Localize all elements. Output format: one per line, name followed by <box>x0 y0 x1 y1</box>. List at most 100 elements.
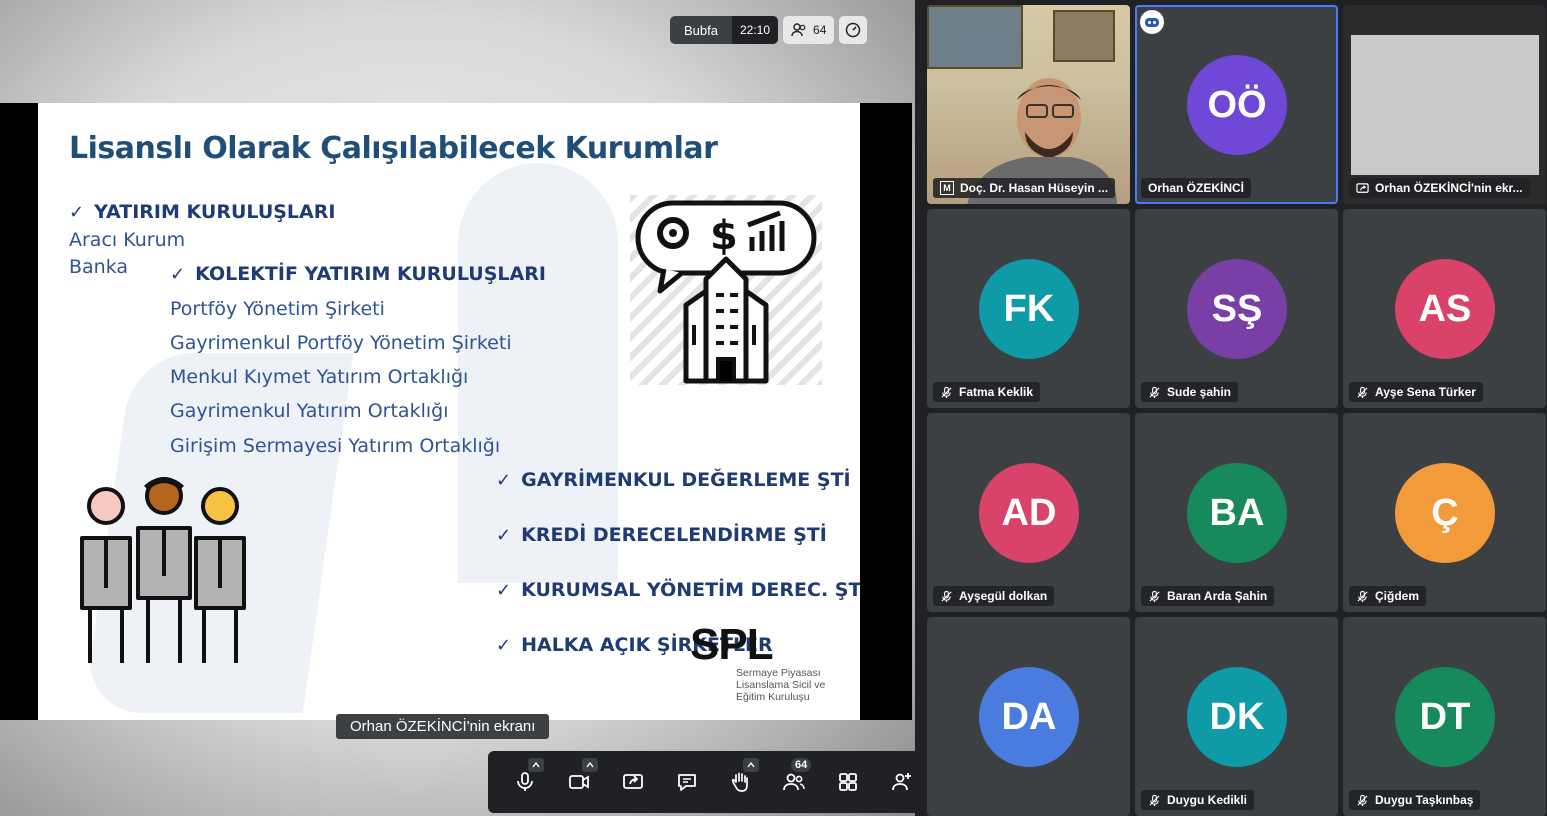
avatar: BA <box>1187 463 1287 563</box>
meeting-info-bar: Bubfa 22:10 64 <box>670 16 868 44</box>
section-title: KURUMSAL YÖNETİM DEREC. ŞTİ <box>521 579 860 601</box>
participant-nametag: M Doç. Dr. Hasan Hüseyin ... <box>933 178 1116 198</box>
list-item: Gayrimenkul Yatırım Ortaklığı <box>170 400 449 422</box>
participant-name: Orhan ÖZEKİNCİ <box>1148 181 1245 195</box>
share-screen-icon <box>622 774 643 789</box>
participant-tile[interactable]: DA <box>927 617 1130 816</box>
avatar: AS <box>1395 259 1495 359</box>
logo-tagline-2: Lisanslama Sicil ve <box>736 679 826 691</box>
participant-nametag: Fatma Keklik <box>933 382 1041 402</box>
participant-tile[interactable]: BA Baran Arda Şahin <box>1135 413 1338 612</box>
meeting-name: Bubfa <box>684 22 718 38</box>
list-item: Aracı Kurum <box>69 229 186 251</box>
connection-speed-button[interactable] <box>839 16 868 44</box>
elapsed-time: 22:10 <box>731 16 779 44</box>
participant-tile-presenter[interactable]: OÖ Orhan ÖZEKİNCİ <box>1135 5 1338 204</box>
add-person-icon <box>892 773 912 791</box>
presentation-stage: Bubfa 22:10 64 Lisanslı Olarak Çalışılab… <box>0 0 915 816</box>
avatar: DK <box>1187 667 1287 767</box>
moderator-icon: M <box>940 181 954 195</box>
logo-text: SPL <box>690 620 774 669</box>
raise-hand-button[interactable] <box>714 754 768 810</box>
section-title: GAYRİMENKUL DEĞERLEME ŞTİ <box>521 469 851 491</box>
participant-name: Fatma Keklik <box>959 385 1034 399</box>
list-item: Banka <box>69 256 129 278</box>
chat-icon <box>677 774 696 791</box>
participant-name: Duygu Kedikli <box>1167 793 1248 807</box>
participant-nametag: Ayşe Sena Türker <box>1349 382 1483 402</box>
reactions-options[interactable] <box>743 758 760 772</box>
microphone-options[interactable] <box>527 758 544 772</box>
mic-muted-icon <box>1149 386 1160 398</box>
raise-hand-icon <box>732 772 749 792</box>
slide-watermark-2 <box>458 163 618 583</box>
mic-muted-icon <box>1357 590 1368 602</box>
section-right: ✓ KREDİ DERECELENDİRME ŞTİ <box>496 524 827 546</box>
participant-nametag: Sude şahin <box>1141 382 1239 402</box>
participant-tile-camera[interactable]: M Doç. Dr. Hasan Hüseyin ... <box>927 5 1130 204</box>
participant-name: Sude şahin <box>1167 385 1232 399</box>
avatar: AD <box>979 463 1079 563</box>
participant-count-pill[interactable]: 64 <box>783 16 835 44</box>
microphone-button[interactable] <box>498 754 552 810</box>
participant-nametag: Duygu Taşkınbaş <box>1349 790 1481 810</box>
participants-button[interactable]: 64 <box>767 754 821 810</box>
call-controls: 64 <box>488 751 915 813</box>
meeting-title-pill[interactable]: Bubfa 22:10 <box>670 16 779 44</box>
camera-button[interactable] <box>552 754 606 810</box>
list-item: Girişim Sermayesi Yatırım Ortaklığı <box>170 435 501 457</box>
participant-tile[interactable]: FK Fatma Keklik <box>927 209 1130 408</box>
business-people-icon <box>80 477 246 663</box>
logo-tagline-3: Eğitim Kuruluşu <box>736 691 810 703</box>
check-icon: ✓ <box>496 524 512 546</box>
avatar: SŞ <box>1187 259 1287 359</box>
avatar: DA <box>979 667 1079 767</box>
mic-muted-icon <box>1149 590 1160 602</box>
participant-nametag: Orhan ÖZEKİNCİ'nin ekr... <box>1349 178 1530 198</box>
participant-tile[interactable]: DK Duygu Kedikli <box>1135 617 1338 816</box>
section-kolektif: ✓ KOLEKTİF YATIRIM KURULUŞLARI <box>170 263 546 285</box>
grid-layout-icon <box>839 773 858 791</box>
camera-options[interactable] <box>581 758 598 772</box>
check-icon: ✓ <box>496 634 512 656</box>
list-item: Portföy Yönetim Şirketi <box>170 298 385 320</box>
mic-muted-icon <box>1357 794 1368 806</box>
check-icon: ✓ <box>496 579 512 601</box>
share-screen-button[interactable] <box>606 754 660 810</box>
people-icon <box>791 23 806 37</box>
participant-tile[interactable]: AD Ayşegül dolkan <box>927 413 1130 612</box>
participant-tile[interactable]: SŞ Sude şahin <box>1135 209 1338 408</box>
slide-title: Lisanslı Olarak Çalışılabilecek Kurumlar <box>69 131 718 166</box>
participant-nametag: Çiğdem <box>1349 586 1427 606</box>
shared-screen: Lisanslı Olarak Çalışılabilecek Kurumlar… <box>0 103 912 720</box>
screen-share-tile[interactable]: Orhan ÖZEKİNCİ'nin ekr... <box>1343 5 1546 204</box>
background-board <box>1053 10 1115 62</box>
participant-tile[interactable]: Ç Çiğdem <box>1343 413 1546 612</box>
people-icon <box>783 773 806 791</box>
spl-logo: SPL Sermaye Piyasası Lisanslama Sicil ve… <box>690 620 840 704</box>
list-item: Gayrimenkul Portföy Yönetim Şirketi <box>170 332 512 354</box>
participant-name: Duygu Taşkınbaş <box>1375 793 1474 807</box>
section-yatirim: ✓ YATIRIM KURULUŞLARI <box>69 201 335 223</box>
chevron-up-icon <box>747 761 755 768</box>
add-people-button[interactable] <box>875 754 915 810</box>
participant-count: 64 <box>813 23 827 37</box>
mic-muted-icon <box>941 386 952 398</box>
participant-name: Orhan ÖZEKİNCİ'nin ekr... <box>1375 181 1523 195</box>
participant-name: Doç. Dr. Hasan Hüseyin ... <box>960 181 1109 195</box>
mic-muted-icon <box>1149 794 1160 806</box>
chat-button[interactable] <box>660 754 714 810</box>
avatar: Ç <box>1395 463 1495 563</box>
screen-share-thumbnail <box>1351 35 1539 175</box>
presentation-slide: Lisanslı Olarak Çalışılabilecek Kurumlar… <box>38 103 860 720</box>
screen-share-icon <box>1356 182 1369 193</box>
layout-button[interactable] <box>821 754 875 810</box>
participant-tile[interactable]: AS Ayşe Sena Türker <box>1343 209 1546 408</box>
participant-tile[interactable]: DT Duygu Taşkınbaş <box>1343 617 1546 816</box>
avatar: DT <box>1395 667 1495 767</box>
section-title: KREDİ DERECELENDİRME ŞTİ <box>521 524 827 546</box>
avatar: FK <box>979 259 1079 359</box>
check-icon: ✓ <box>69 201 85 223</box>
chevron-up-icon <box>586 761 594 768</box>
section-right: ✓ KURUMSAL YÖNETİM DEREC. ŞTİ <box>496 579 860 601</box>
